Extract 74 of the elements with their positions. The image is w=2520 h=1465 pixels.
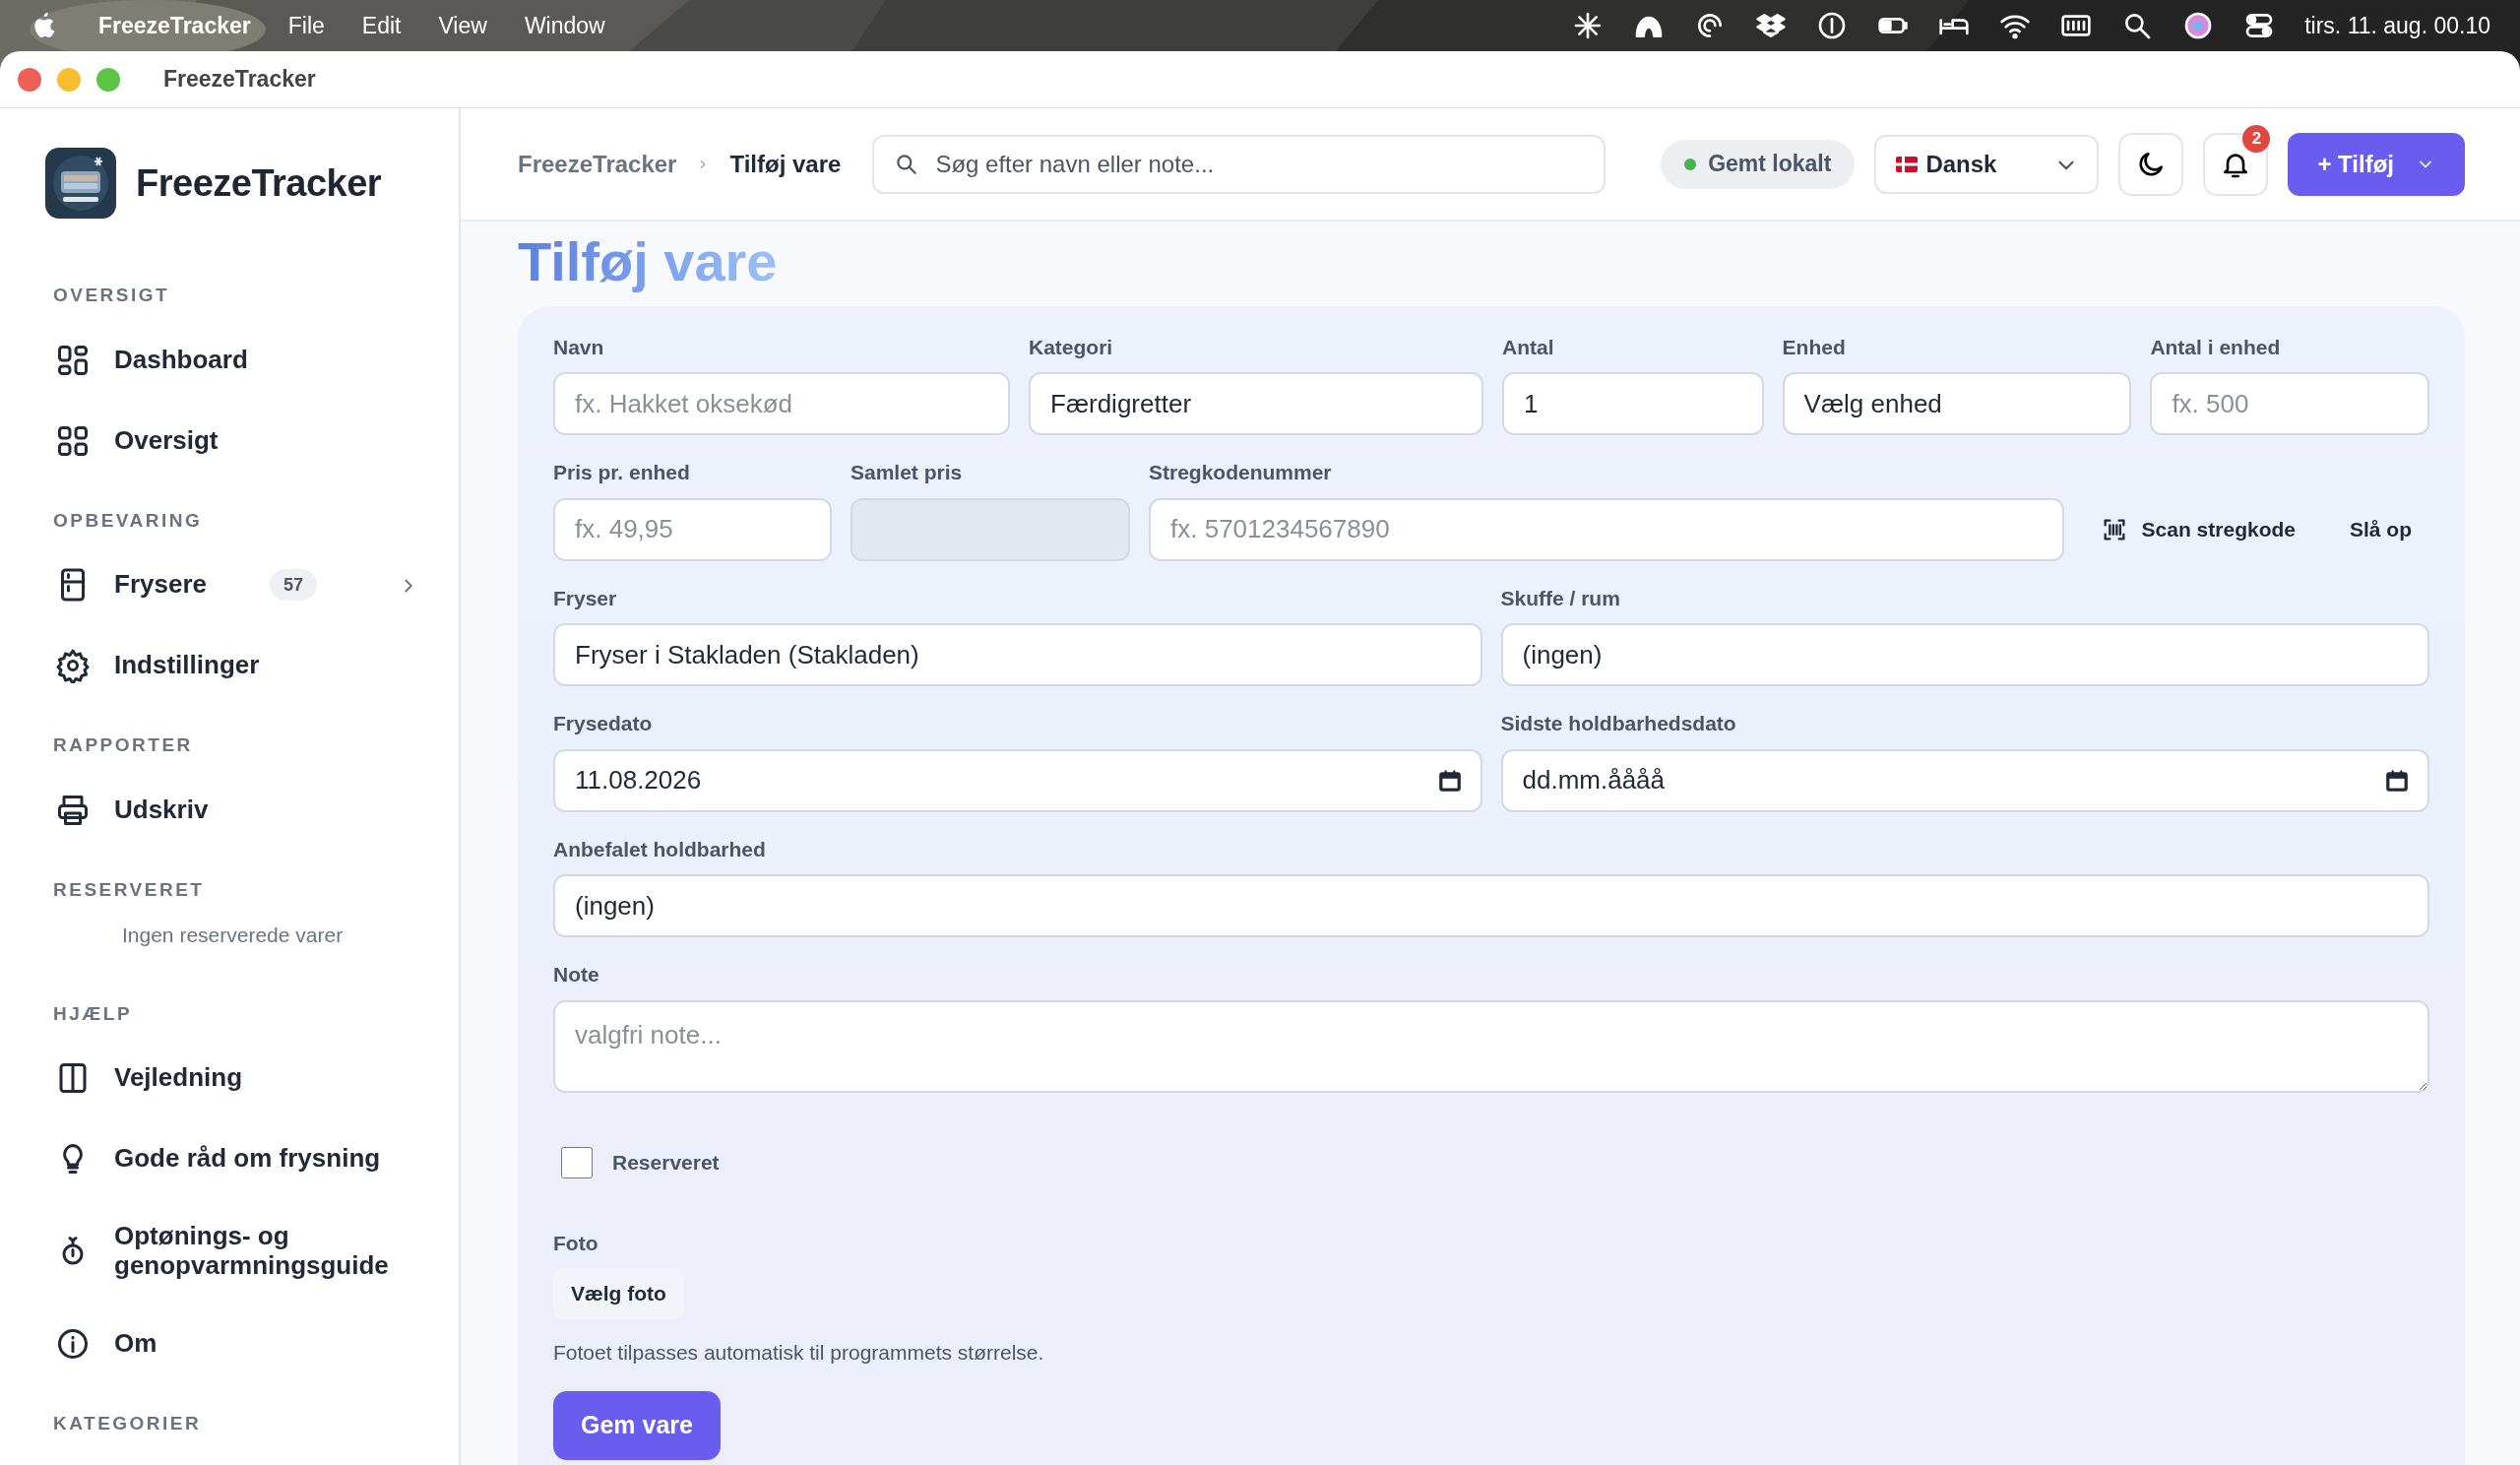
input-field[interactable]: fx. Hakket oksekød [553, 372, 1010, 436]
field-label: Anbefalet holdbarhed [553, 836, 766, 862]
select-field[interactable]: Vælg enhed [1782, 372, 2132, 436]
sidebar-item[interactable]: Om [0, 1303, 439, 1384]
scan-button[interactable]: Scan stregkode [2082, 501, 2313, 557]
field-label: Enhed [1782, 334, 1846, 360]
section-heading: RESERVERET [52, 877, 205, 902]
checkbox[interactable] [561, 1146, 593, 1178]
sidebar-item[interactable]: Indstillinger [0, 625, 439, 706]
window-title: FreezeTracker [163, 65, 316, 95]
sidebar-item[interactable]: Vejledning [0, 1038, 439, 1118]
settings-icon [55, 648, 91, 683]
clock[interactable]: tirs. 11. aug. 00.10 [2304, 8, 2490, 43]
menu-item[interactable]: Window [524, 8, 605, 43]
field-label: Frysedato [553, 711, 653, 737]
input-field[interactable]: fx. 49,95 [553, 497, 832, 561]
breadcrumb-item[interactable]: FreezeTracker [518, 146, 677, 182]
field-label: Antal [1502, 334, 1554, 360]
section-heading: OVERSIGT [52, 284, 170, 307]
select-field[interactable]: (ingen) [1500, 623, 2429, 687]
field-label: Kategori [1029, 334, 1113, 360]
app-logo-icon [45, 148, 116, 219]
empty-message: Ingen reserverede varer [121, 923, 344, 948]
input-field[interactable]: fx. 5701234567890 [1149, 497, 2064, 561]
menu-item[interactable]: File [287, 8, 325, 43]
select-field[interactable]: Fryser i Stakladen (Stakladen) [553, 623, 1482, 687]
notifications-button[interactable] [2203, 132, 2269, 196]
sidebar-item[interactable]: Oversigt [0, 400, 439, 481]
input-field[interactable]: fx. 500 [2150, 372, 2429, 436]
field-label: Sidste holdbarhedsdato [1500, 711, 1736, 737]
flag-icon [1896, 156, 1919, 172]
section-heading: RAPPORTER [52, 733, 193, 757]
input-field[interactable]: 1 [1502, 372, 1764, 436]
sidebar-item[interactable]: Frysere 57 [0, 544, 439, 625]
brand-name: FreezeTracker [136, 160, 382, 206]
field-label: Samlet pris [850, 460, 963, 486]
field-label: Foto [553, 1230, 598, 1256]
date-field[interactable]: 11.08.2026 [553, 748, 1482, 812]
count-badge: 57 [269, 568, 317, 602]
section-heading: OPBEVARING [52, 508, 203, 533]
sidebar-item[interactable]: Gode råd om frysning [0, 1118, 439, 1199]
section-heading: KATEGORIER [52, 1411, 202, 1435]
sidebar-item[interactable]: Dashboard [0, 319, 439, 401]
breadcrumb-item: Tilføj vare [729, 149, 842, 179]
notification-badge: 2 [2242, 124, 2271, 153]
calendar-icon[interactable] [2384, 767, 2410, 794]
search-field[interactable]: Søg efter navn eller note... [872, 134, 1606, 194]
select-field[interactable]: (ingen) [553, 874, 2429, 938]
date-field[interactable]: dd.mm.åååå [1500, 748, 2429, 812]
section-heading: HJÆLP [52, 1001, 133, 1026]
status-label: Gemt lokalt [1708, 150, 1832, 179]
select-field[interactable]: Færdigretter [1029, 372, 1483, 436]
field-label: Fryser [553, 585, 617, 611]
field-label: Note [553, 962, 599, 988]
field-label: Stregkodenummer [1149, 460, 1332, 486]
field-label: Pris pr. enhed [553, 460, 690, 486]
help-text: Fotoet tilpasses automatisk til programmets størrelse. [553, 1339, 1044, 1366]
calendar-icon[interactable] [1436, 767, 1463, 794]
field-label: Navn [553, 334, 604, 360]
note-field[interactable]: valgfri note... [553, 999, 2429, 1093]
theme-toggle-button[interactable] [2118, 132, 2184, 196]
language-select[interactable]: Dansk [1874, 134, 2100, 194]
checkbox-label: Reserveret [612, 1149, 720, 1176]
choose-photo-button[interactable]: Vælg foto [553, 1268, 684, 1319]
menu-item[interactable]: Edit [361, 8, 402, 43]
close-button[interactable] [18, 67, 41, 92]
menu-item[interactable]: View [438, 8, 487, 43]
add-button[interactable]: + Tilføj [2288, 132, 2465, 196]
lookup-button[interactable]: Slå op [2332, 501, 2429, 557]
field-label: Antal i enhed [2150, 334, 2281, 360]
save-button[interactable]: Gem vare [553, 1391, 721, 1460]
sidebar-item[interactable]: Optønings- og genopvarmningsguide [0, 1199, 439, 1304]
sidebar-item[interactable]: Udskriv [0, 769, 439, 851]
field-label: Skuffe / rum [1500, 585, 1620, 611]
